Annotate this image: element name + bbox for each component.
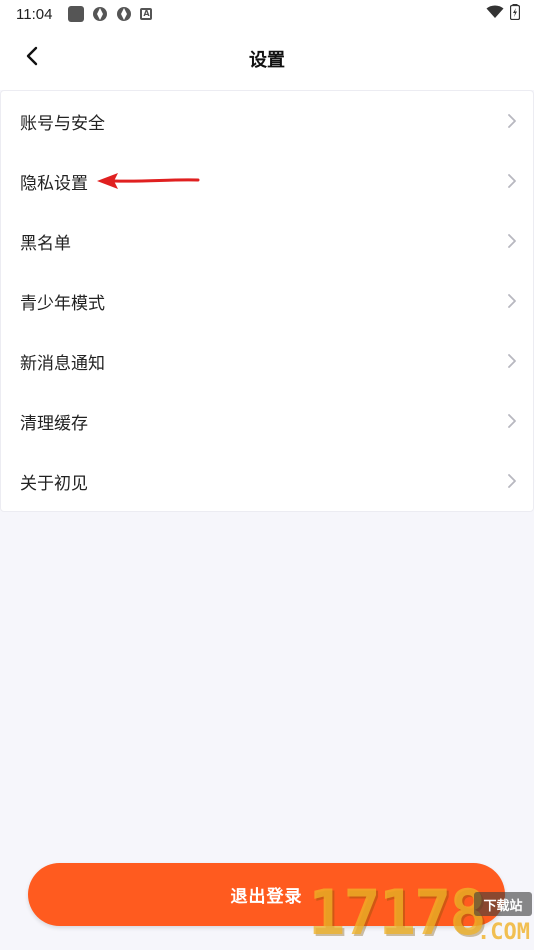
status-left: 11:04 A (16, 5, 153, 23)
settings-item-label: 新消息通知 (20, 353, 105, 374)
chevron-right-icon (505, 412, 519, 430)
a-badge-icon: A (140, 8, 153, 20)
chevron-right-icon (505, 472, 519, 490)
back-button[interactable] (20, 46, 44, 70)
settings-item-label: 关于初见 (20, 473, 88, 494)
settings-item-label: 清理缓存 (20, 413, 88, 434)
settings-item-clear-cache[interactable]: 清理缓存 (1, 391, 533, 451)
status-time: 11:04 (16, 5, 53, 23)
chevron-right-icon (505, 352, 519, 370)
square-app-icon (68, 6, 85, 22)
page-title: 设置 (249, 50, 285, 70)
settings-item-label: 黑名单 (20, 233, 71, 254)
settings-item-about[interactable]: 关于初见 (1, 451, 533, 511)
chevron-right-icon (505, 292, 519, 310)
status-right (486, 4, 521, 24)
settings-item-teen-mode[interactable]: 青少年模式 (1, 271, 533, 331)
settings-item-account-security[interactable]: 账号与安全 (1, 91, 533, 151)
logout-label: 退出登录 (230, 887, 303, 907)
battery-charging-icon (509, 4, 521, 24)
settings-list: 账号与安全 隐私设置 黑名单 青少年模式 新消息通知 清理缓存 关于初见 (0, 90, 534, 512)
header: 设置 (0, 28, 534, 90)
chevron-right-icon (505, 172, 519, 190)
annotation-arrow-icon (94, 168, 204, 194)
settings-item-label: 青少年模式 (20, 293, 105, 314)
aperture-icon (116, 6, 132, 22)
chevron-left-icon (25, 46, 39, 70)
aperture-icon (92, 6, 108, 22)
chevron-right-icon (505, 112, 519, 130)
logout-button[interactable]: 退出登录 (28, 863, 505, 926)
wifi-icon (486, 5, 504, 23)
chevron-right-icon (505, 232, 519, 250)
settings-item-notifications[interactable]: 新消息通知 (1, 331, 533, 391)
settings-item-label: 隐私设置 (20, 173, 88, 194)
settings-item-blacklist[interactable]: 黑名单 (1, 211, 533, 271)
settings-item-privacy[interactable]: 隐私设置 (1, 151, 533, 211)
settings-item-label: 账号与安全 (20, 113, 105, 134)
status-bar: 11:04 A (0, 0, 534, 28)
